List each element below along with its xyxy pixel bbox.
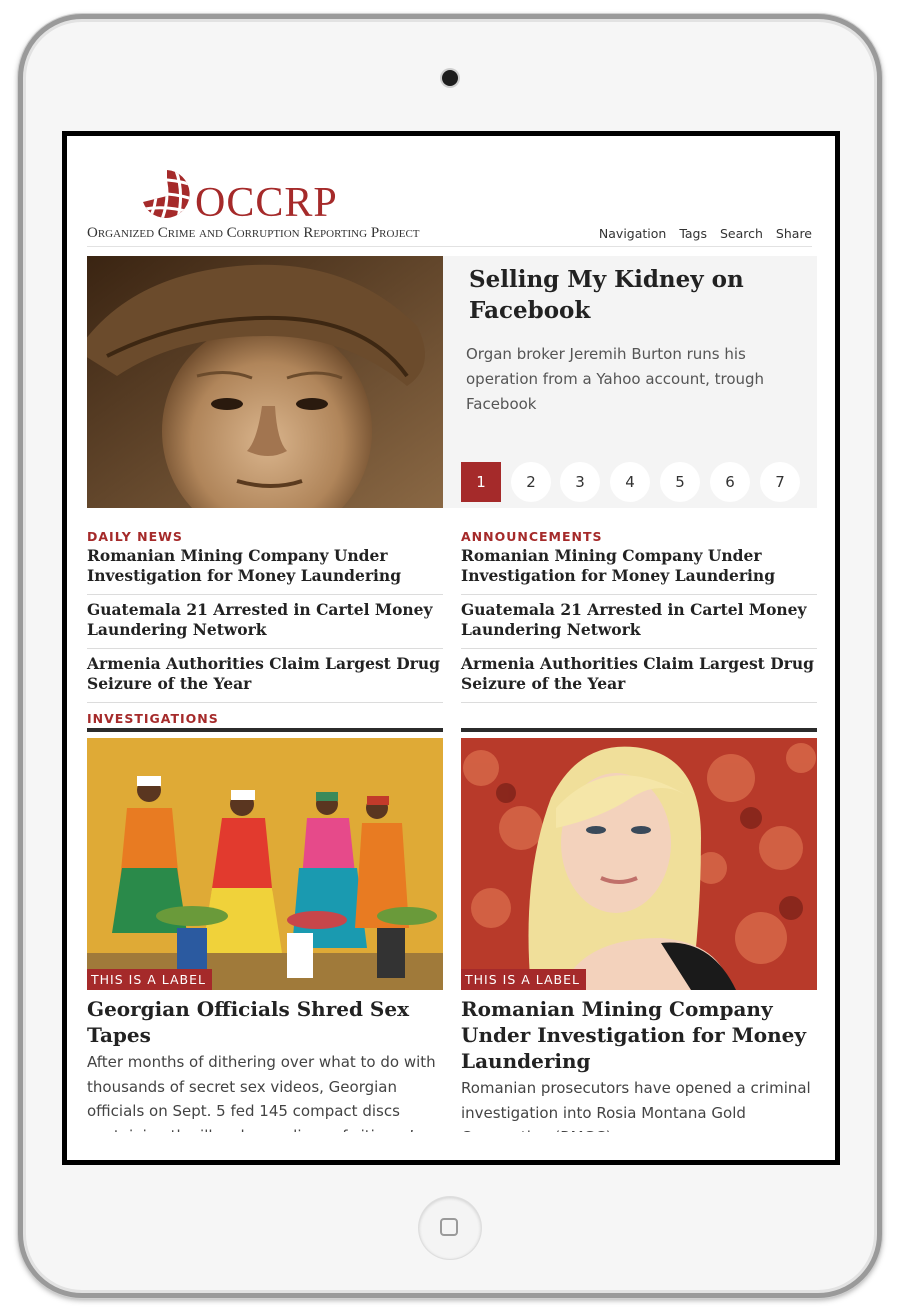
hero-image[interactable] [87, 256, 443, 508]
pager-page-5[interactable]: 5 [660, 462, 700, 502]
pager-page-1[interactable]: 1 [461, 462, 501, 502]
home-square-icon [440, 1218, 458, 1236]
pager-page-6[interactable]: 6 [710, 462, 750, 502]
logo-wordmark[interactable]: OCCRP [195, 182, 338, 224]
pager-page-2[interactable]: 2 [511, 462, 551, 502]
page-viewport: OCCRP Organized Crime and Corruption Rep… [67, 136, 835, 1160]
home-button[interactable] [419, 1197, 481, 1259]
header-divider [87, 246, 812, 247]
tablet-screen: OCCRP Organized Crime and Corruption Rep… [62, 131, 840, 1165]
hero-title[interactable]: Selling My Kidney on Facebook [469, 264, 799, 326]
section-rule-right [461, 728, 817, 732]
section-heading-daily-news[interactable]: DAILY NEWS [87, 530, 443, 544]
card-label[interactable]: THIS IS A LABEL [461, 969, 586, 990]
pager-page-3[interactable]: 3 [560, 462, 600, 502]
nav-share[interactable]: Share [776, 226, 812, 241]
hero-panel: Selling My Kidney on Facebook Organ brok… [443, 256, 817, 508]
market-women-photo [87, 738, 443, 990]
daily-news-section: DAILY NEWS Romanian Mining Company Under… [87, 530, 443, 706]
nav-tags[interactable]: Tags [679, 226, 707, 241]
section-heading-investigations[interactable]: INVESTIGATIONS [87, 712, 219, 726]
nav-search[interactable]: Search [720, 226, 763, 241]
card-image-market-women[interactable]: THIS IS A LABEL [87, 738, 443, 990]
announcements-section: ANNOUNCEMENTS Romanian Mining Company Un… [461, 530, 817, 706]
list-item[interactable]: Armenia Authorities Claim Largest Drug S… [87, 652, 443, 703]
section-heading-announcements[interactable]: ANNOUNCEMENTS [461, 530, 817, 544]
nav-navigation[interactable]: Navigation [599, 226, 666, 241]
hero-description: Organ broker Jeremih Burton runs his ope… [466, 345, 765, 413]
blonde-woman-photo [461, 738, 817, 990]
portrait-photo [87, 256, 443, 508]
list-item[interactable]: Romanian Mining Company Under Investigat… [461, 544, 817, 595]
list-item[interactable]: Armenia Authorities Claim Largest Drug S… [461, 652, 817, 703]
section-rule-left [87, 728, 443, 732]
card-title[interactable]: Georgian Officials Shred Sex Tapes [87, 996, 443, 1048]
card-description: Romanian prosecutors have opened a crimi… [461, 1079, 811, 1132]
list-item[interactable]: Guatemala 21 Arrested in Cartel Money La… [87, 598, 443, 649]
site-tagline: Organized Crime and Corruption Reporting… [87, 225, 420, 241]
pager-page-4[interactable]: 4 [610, 462, 650, 502]
card-image-blonde-woman[interactable]: THIS IS A LABEL [461, 738, 817, 990]
card-title[interactable]: Romanian Mining Company Under Investigat… [461, 996, 817, 1074]
list-item[interactable]: Romanian Mining Company Under Investigat… [87, 544, 443, 595]
list-item[interactable]: Guatemala 21 Arrested in Cartel Money La… [461, 598, 817, 649]
card-label[interactable]: THIS IS A LABEL [87, 969, 212, 990]
top-nav: Navigation Tags Search Share [590, 226, 812, 241]
globe-logo-icon [143, 170, 190, 218]
front-camera [442, 70, 458, 86]
pager-page-7[interactable]: 7 [760, 462, 800, 502]
card-description: After months of dithering over what to d… [87, 1053, 436, 1132]
